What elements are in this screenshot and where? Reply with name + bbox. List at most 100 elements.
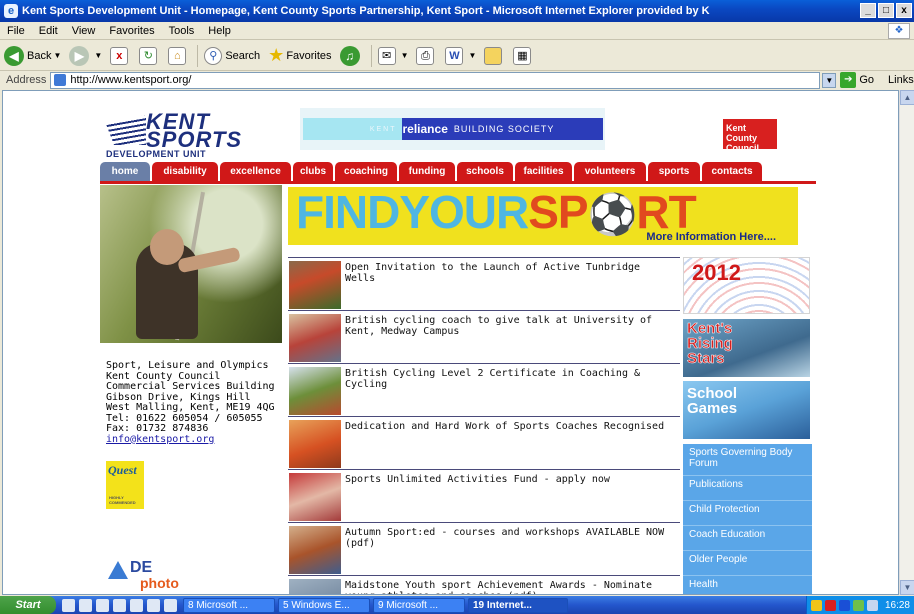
news-headline[interactable]: Maidstone Youth sport Achievement Awards…	[345, 580, 675, 594]
news-headline[interactable]: Dedication and Hard Work of Sports Coach…	[345, 421, 675, 432]
start-button[interactable]: Start	[0, 596, 56, 614]
news-thumbnail	[289, 314, 341, 362]
taskbar-button-active[interactable]: 19 Internet...	[468, 597, 568, 613]
menu-favorites[interactable]: Favorites	[102, 25, 161, 37]
maximize-button[interactable]: □	[878, 3, 894, 18]
tray-icon[interactable]	[852, 599, 864, 611]
news-thumbnail	[289, 261, 341, 309]
quicklaunch-icon[interactable]	[79, 598, 92, 612]
tab-facilities[interactable]: facilities	[515, 162, 572, 181]
favorites-button[interactable]: ★ Favorites	[268, 44, 331, 68]
tab-excellence[interactable]: excellence	[220, 162, 291, 181]
reliance-banner[interactable]: KENT reliance BUILDING SOCIETY	[300, 108, 605, 150]
news-item[interactable]: Autumn Sport:ed - courses and workshops …	[288, 522, 680, 575]
quest-award-logo[interactable]: Quest HIGHLY COMMENDED	[106, 461, 144, 509]
quicklaunch-icon[interactable]	[130, 598, 143, 612]
news-item[interactable]: British cycling coach to give talk at Un…	[288, 310, 680, 363]
news-item[interactable]: Open Invitation to the Launch of Active …	[288, 257, 680, 310]
news-headline[interactable]: Autumn Sport:ed - courses and workshops …	[345, 527, 675, 549]
menu-tools[interactable]: Tools	[162, 25, 202, 37]
links-button[interactable]: Links	[888, 74, 914, 86]
tab-coaching[interactable]: coaching	[335, 162, 397, 181]
news-item[interactable]: Dedication and Hard Work of Sports Coach…	[288, 416, 680, 469]
taskbar-button[interactable]: 9 Microsoft ...	[373, 597, 465, 613]
tab-sports[interactable]: sports	[648, 162, 700, 181]
quicklaunch-icon[interactable]	[96, 598, 109, 612]
news-item[interactable]: Sports Unlimited Activities Fund - apply…	[288, 469, 680, 522]
side-menu-item[interactable]: Sports Governing Body Forum	[683, 444, 812, 476]
dropdown-arrow-icon: ▼	[400, 51, 409, 60]
home-icon[interactable]: ⌂	[168, 46, 187, 65]
side-menu-item[interactable]: Health	[683, 576, 812, 594]
news-headline[interactable]: Sports Unlimited Activities Fund - apply…	[345, 474, 675, 485]
tab-volunteers[interactable]: volunteers	[574, 162, 646, 181]
email-link[interactable]: info@kentsport.org	[106, 434, 214, 445]
quicklaunch-icon[interactable]	[147, 598, 160, 612]
address-dropdown-icon[interactable]: ▼	[822, 72, 837, 88]
side-menu-item[interactable]: Child Protection	[683, 501, 812, 526]
address-line: Commercial Services Building	[106, 381, 275, 392]
side-menu-item[interactable]: Publications	[683, 476, 812, 501]
tray-icon[interactable]	[838, 599, 850, 611]
tray-icon[interactable]	[866, 599, 878, 611]
tab-contacts[interactable]: contacts	[702, 162, 762, 181]
fys-more-info: More Information Here....	[646, 231, 776, 243]
find-your-sport-banner[interactable]: FINDYOURSP⚽RT More Information Here....	[288, 187, 798, 245]
refresh-icon[interactable]: ↻	[139, 46, 158, 65]
fys-part1: FINDYOUR	[296, 187, 529, 238]
taskbar-button[interactable]: 8 Microsoft ...	[183, 597, 275, 613]
tray-icon[interactable]	[810, 599, 822, 611]
mail-icon[interactable]: ✉	[377, 46, 396, 65]
address-input[interactable]: http://www.kentsport.org/	[50, 71, 821, 89]
window-title: Kent Sports Development Unit - Homepage,…	[22, 5, 710, 17]
news-headline[interactable]: British Cycling Level 2 Certificate in C…	[345, 368, 675, 390]
kent-sports-logo[interactable]: KENT SPORTS DEVELOPMENT UNIT	[106, 109, 246, 159]
minimize-button[interactable]: _	[860, 3, 876, 18]
media-icon[interactable]: ♫	[339, 45, 360, 66]
news-item[interactable]: British Cycling Level 2 Certificate in C…	[288, 363, 680, 416]
promo-school-games[interactable]: School Games	[683, 381, 810, 439]
rising-line: Stars	[687, 350, 725, 367]
close-button[interactable]: x	[896, 3, 912, 18]
news-item[interactable]: Maidstone Youth sport Achievement Awards…	[288, 575, 680, 594]
folder-icon[interactable]	[484, 46, 503, 65]
star-icon: ★	[268, 45, 285, 65]
tab-home[interactable]: home	[100, 162, 150, 181]
scroll-up-icon[interactable]: ▲	[900, 90, 914, 105]
search-label: Search	[225, 49, 261, 62]
news-headline[interactable]: Open Invitation to the Launch of Active …	[345, 262, 675, 284]
kent-county-council-logo[interactable]: Kent County Council	[723, 119, 777, 153]
promo-rising-stars[interactable]: Kent's Rising Stars	[683, 319, 810, 377]
tab-funding[interactable]: funding	[399, 162, 455, 181]
back-button[interactable]: ◀ Back ▼	[4, 44, 61, 68]
search-button[interactable]: ⚲ Search	[204, 44, 260, 68]
stop-icon[interactable]: x	[110, 46, 129, 65]
quicklaunch-icon[interactable]	[164, 598, 177, 612]
vertical-scrollbar[interactable]: ▲ ▼	[899, 90, 914, 595]
menu-edit[interactable]: Edit	[32, 25, 65, 37]
menu-file[interactable]: File	[0, 25, 32, 37]
menu-view[interactable]: View	[65, 25, 103, 37]
research-icon[interactable]: ▦	[513, 46, 532, 65]
taskbar-button[interactable]: 5 Windows E...	[278, 597, 370, 613]
tab-clubs[interactable]: clubs	[293, 162, 333, 181]
system-tray: 16:28	[805, 596, 914, 614]
tray-icon[interactable]	[824, 599, 836, 611]
dephoto-logo[interactable]: DE photo	[106, 543, 196, 593]
tab-schools[interactable]: schools	[457, 162, 513, 181]
scroll-down-icon[interactable]: ▼	[900, 580, 914, 595]
news-headline[interactable]: British cycling coach to give talk at Un…	[345, 315, 675, 337]
forward-button[interactable]: ▶ ▼	[69, 44, 102, 68]
side-menu-item[interactable]: Older People	[683, 551, 812, 576]
promo-2012[interactable]: 2012	[683, 257, 810, 314]
favorites-label: Favorites	[286, 49, 332, 62]
edit-word-icon[interactable]: W	[445, 46, 464, 65]
search-icon: ⚲	[204, 46, 223, 65]
quicklaunch-icon[interactable]	[62, 598, 75, 612]
quicklaunch-icon[interactable]	[113, 598, 126, 612]
side-menu-item[interactable]: Coach Education	[683, 526, 812, 551]
menu-help[interactable]: Help	[201, 25, 238, 37]
tab-disability[interactable]: disability	[152, 162, 218, 181]
print-icon[interactable]: ⎙	[416, 46, 435, 65]
go-button[interactable]: ➔ Go	[840, 72, 874, 88]
